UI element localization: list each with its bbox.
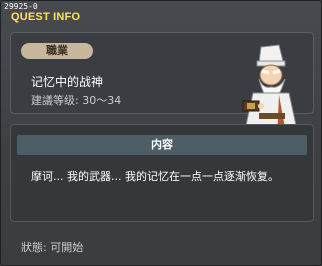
quest-summary-panel: 職業 记忆中的战神 建議等级: 30～34 (10, 32, 314, 140)
job-badge: 職業 (21, 43, 93, 59)
content-header: 内容 (17, 135, 307, 155)
window-title: QUEST INFO (11, 11, 81, 23)
quest-content-panel: 内容 摩诃... 我的武器... 我的记忆在一点一点逐渐恢复。 (10, 124, 314, 222)
quest-status: 狀態: 可開始 (21, 241, 84, 254)
recommended-level: 建議等级: 30～34 (31, 94, 122, 107)
quest-info-window: 29925-0 QUEST INFO 職業 记忆中的战神 建議等级: 30～34 (0, 0, 322, 266)
quest-name: 记忆中的战神 (31, 75, 104, 89)
content-text: 摩诃... 我的武器... 我的记忆在一点一点逐渐恢复。 (31, 170, 279, 183)
